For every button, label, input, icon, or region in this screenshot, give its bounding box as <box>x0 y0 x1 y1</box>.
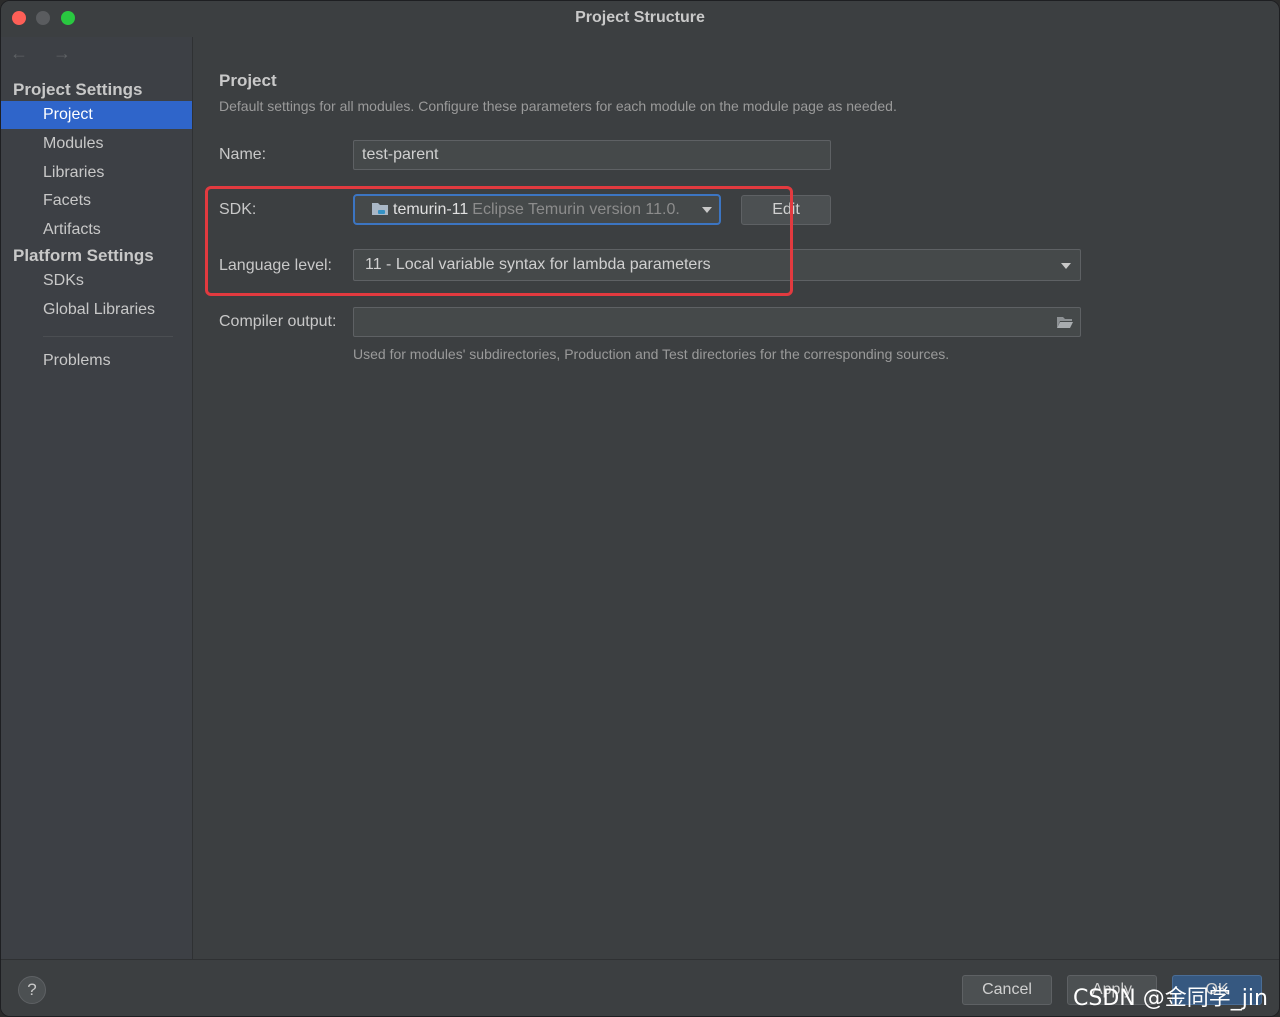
page-title: Project <box>219 71 277 90</box>
sidebar: ← → Project Settings Project Modules Lib… <box>1 37 193 959</box>
window-title: Project Structure <box>575 9 705 26</box>
section-project-settings: Project Settings <box>13 80 143 99</box>
sidebar-item-artifacts[interactable]: Artifacts <box>1 216 192 244</box>
page-description: Default settings for all modules. Config… <box>219 98 897 114</box>
sidebar-item-problems[interactable]: Problems <box>1 347 192 375</box>
compiler-output-label: Compiler output: <box>219 313 337 330</box>
name-field[interactable]: test-parent <box>353 140 831 170</box>
cancel-button[interactable]: Cancel <box>962 975 1052 1005</box>
title-bar: Project Structure <box>1 1 1279 37</box>
sidebar-item-global-libraries[interactable]: Global Libraries <box>1 296 192 324</box>
compiler-output-hint: Used for modules' subdirectories, Produc… <box>353 346 950 362</box>
sidebar-item-project[interactable]: Project <box>1 101 192 129</box>
section-platform-settings: Platform Settings <box>13 246 154 265</box>
name-label: Name: <box>219 146 267 163</box>
sidebar-item-modules[interactable]: Modules <box>1 130 192 158</box>
main-panel: Project Default settings for all modules… <box>193 37 1279 959</box>
sidebar-separator <box>43 336 173 337</box>
sidebar-item-libraries[interactable]: Libraries <box>1 159 192 187</box>
help-button[interactable]: ? <box>18 976 46 1004</box>
sidebar-item-sdks[interactable]: SDKs <box>1 267 192 295</box>
highlight-annotation <box>205 186 793 296</box>
sidebar-item-facets[interactable]: Facets <box>1 187 192 215</box>
watermark: CSDN @金同学_jin <box>1073 986 1268 1011</box>
chevron-down-icon <box>1061 263 1071 269</box>
project-structure-window: Project Structure ← → Project Settings P… <box>0 0 1280 1017</box>
compiler-output-field[interactable] <box>353 307 1081 337</box>
nav-arrows-icon[interactable]: ← → <box>10 43 81 64</box>
browse-folder-icon[interactable] <box>1056 316 1074 329</box>
dialog-footer: ? Cancel Apply OK CSDN @金同学_jin <box>1 959 1279 1016</box>
